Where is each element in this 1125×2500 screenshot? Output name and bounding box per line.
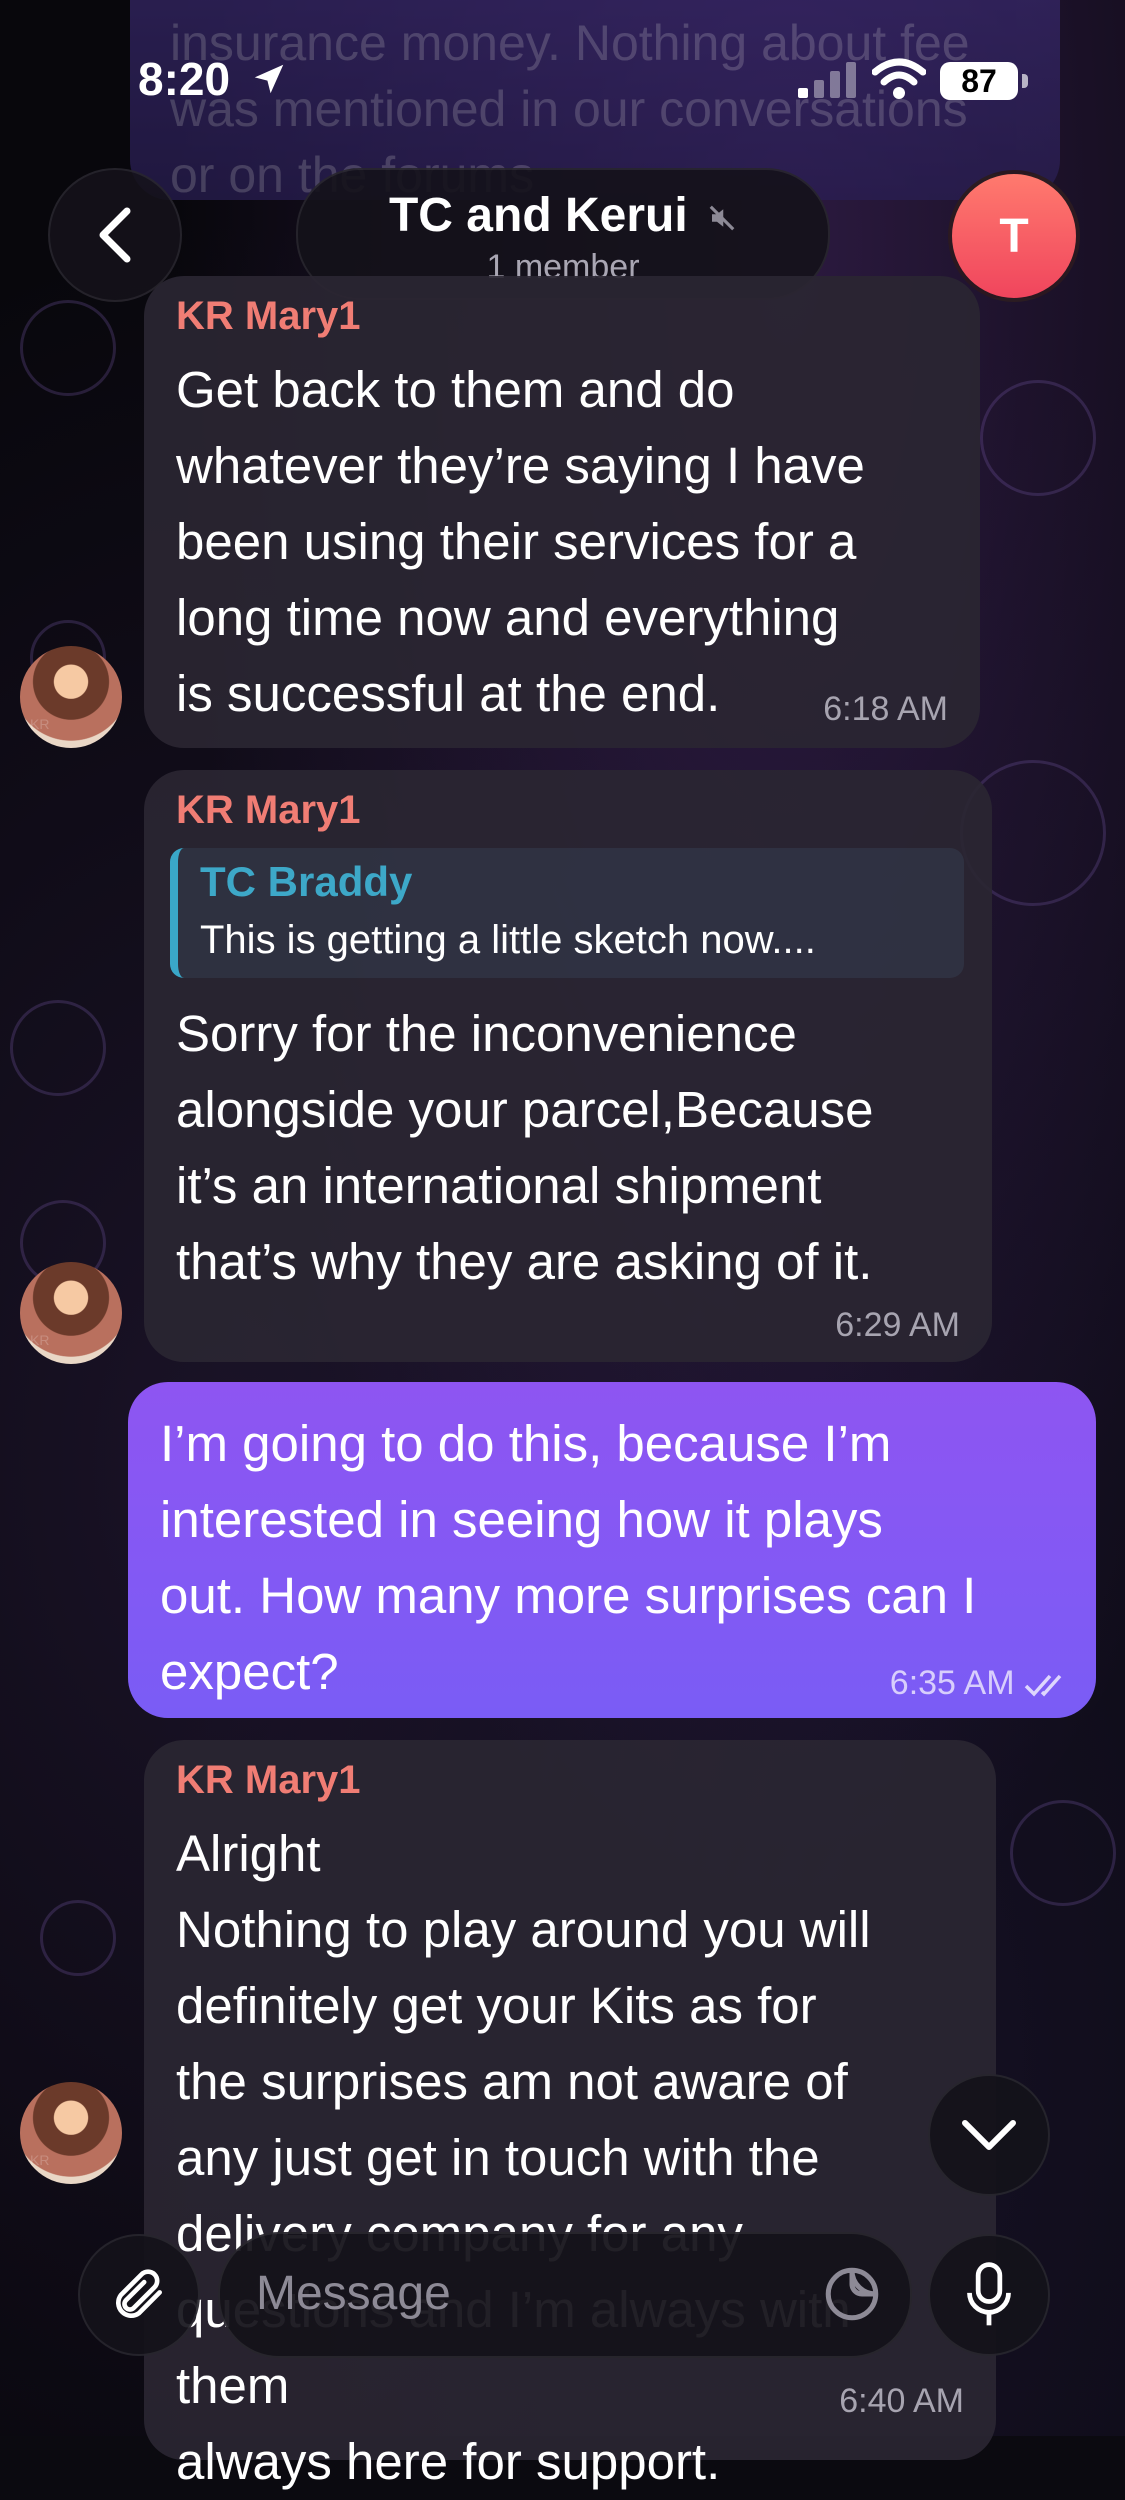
message-bubble[interactable]: KR Mary1 Get back to them and do whateve… — [144, 276, 980, 748]
battery-indicator: 87 — [940, 62, 1018, 100]
sticker-icon[interactable] — [822, 2264, 882, 2324]
scroll-to-bottom-button[interactable] — [928, 2074, 1050, 2196]
message-sender: KR Mary1 — [176, 1758, 361, 1802]
message-time: 6:29 AM — [835, 1306, 960, 1344]
message-time: 6:40 AM — [839, 2382, 964, 2420]
battery-cap — [1022, 74, 1028, 88]
chevron-down-icon — [962, 2120, 1016, 2150]
voice-record-button[interactable] — [928, 2234, 1050, 2356]
sender-avatar[interactable]: KR — [20, 1262, 122, 1364]
message-sender: KR Mary1 — [176, 788, 361, 832]
wifi-icon — [872, 58, 926, 99]
double-check-icon — [1024, 1674, 1062, 1697]
microphone-icon — [967, 2262, 1011, 2326]
message-bubble[interactable]: KR Mary1 TC Braddy This is getting a lit… — [144, 770, 992, 1362]
status-bar: 8:20 87 — [0, 0, 1125, 160]
message-time: 6:35 AM — [890, 1664, 1072, 1703]
chevron-left-icon — [99, 207, 131, 263]
chat-avatar[interactable]: T — [948, 170, 1080, 302]
message-input[interactable]: Message — [218, 2232, 912, 2358]
cellular-signal-icon — [798, 62, 856, 98]
reply-text: This is getting a little sketch now.... — [200, 918, 816, 962]
chat-title-text: TC and Kerui — [388, 189, 688, 242]
paperclip-icon — [116, 2269, 162, 2318]
reply-quote[interactable]: TC Braddy This is getting a little sketc… — [170, 848, 964, 978]
sender-avatar[interactable]: KR — [20, 646, 122, 748]
status-time: 8:20 — [138, 53, 231, 105]
outgoing-message-bubble[interactable]: I’m going to do this, because I’m intere… — [128, 1382, 1096, 1718]
reply-sender: TC Braddy — [200, 858, 413, 905]
chat-title: TC and Kerui — [298, 188, 828, 243]
muted-icon — [709, 205, 735, 231]
sender-avatar[interactable]: KR — [20, 2082, 122, 2184]
location-arrow-icon — [254, 64, 284, 94]
attach-button[interactable] — [78, 2234, 200, 2356]
message-input-placeholder: Message — [256, 2267, 451, 2320]
message-time-text: 6:35 AM — [889, 1664, 1015, 1702]
message-text: Sorry for the inconvenience alongside yo… — [176, 1005, 874, 1290]
message-text: Get back to them and do whatever they’re… — [176, 361, 865, 722]
message-sender: KR Mary1 — [176, 294, 361, 338]
message-time: 6:18 AM — [823, 690, 948, 728]
